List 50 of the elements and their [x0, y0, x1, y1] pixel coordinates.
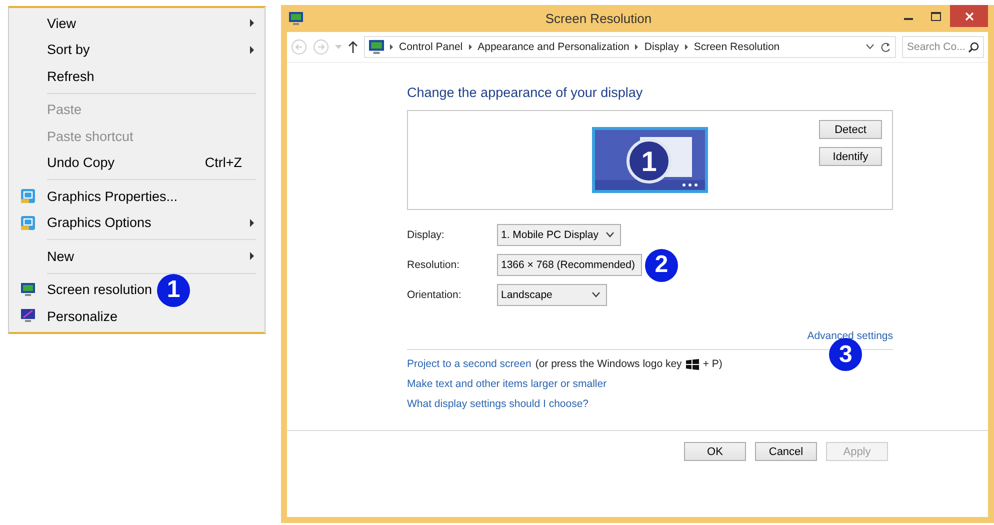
- breadcrumb[interactable]: Control Panel: [399, 41, 463, 53]
- address-bar[interactable]: Control Panel Appearance and Personalization Display Screen Resolution: [364, 36, 896, 58]
- section-heading: Change the appearance of your display: [407, 85, 644, 100]
- field-label: Orientation:: [407, 289, 462, 301]
- refresh-icon[interactable]: [880, 42, 891, 52]
- dialog-button[interactable]: Cancel: [755, 442, 817, 461]
- field-label: Display:: [407, 229, 446, 241]
- close-icon[interactable]: [950, 5, 988, 27]
- chevron-icon: [606, 232, 614, 238]
- callout-badge: 2: [644, 248, 678, 282]
- breadcrumb[interactable]: Display: [644, 41, 679, 53]
- monitor-icon: [289, 12, 303, 25]
- preview-button[interactable]: Identify: [819, 147, 882, 166]
- monitor-drawing[interactable]: 1: [592, 127, 708, 193]
- note-text: + P): [702, 358, 722, 370]
- dropdown-field[interactable]: 1366 × 768 (Recommended): [497, 254, 642, 276]
- dialog-button[interactable]: OK: [684, 442, 746, 461]
- menu-item[interactable]: Undo Copy Ctrl+Z: [9, 150, 264, 176]
- personalize-icon: [20, 308, 36, 324]
- monitor-icon: [20, 282, 36, 298]
- graphics-icon: [20, 188, 36, 204]
- monitor-icon: [369, 40, 384, 54]
- help-link[interactable]: What display settings should I choose?: [407, 398, 589, 410]
- menu-item[interactable]: View: [9, 10, 264, 36]
- monitor-number: 1: [641, 146, 657, 177]
- menu-item[interactable]: Graphics Properties...: [9, 183, 264, 210]
- help-link[interactable]: Make text and other items larger or smaller: [407, 378, 607, 390]
- dropdown-field[interactable]: Landscape: [497, 284, 607, 306]
- dropdown-icon[interactable]: [866, 44, 874, 50]
- shortcut-text: Ctrl+Z: [204, 155, 242, 170]
- field-label: Resolution:: [407, 259, 461, 271]
- callout-badge: 1: [157, 274, 190, 306]
- preview-button[interactable]: Detect: [819, 120, 882, 139]
- dropdown-field[interactable]: 1. Mobile PC Display: [497, 224, 622, 246]
- menu-item[interactable]: Graphics Options: [9, 210, 264, 236]
- breadcrumb[interactable]: Screen Resolution: [694, 41, 780, 53]
- up-arrow-icon[interactable]: [348, 41, 358, 53]
- window-title: Screen Resolution: [544, 11, 653, 26]
- search-icon: [968, 42, 979, 53]
- breadcrumb[interactable]: Appearance and Personalization: [478, 41, 630, 53]
- menu-item[interactable]: New: [9, 243, 264, 270]
- menu-item[interactable]: Sort by: [9, 36, 264, 63]
- chevron-icon: [592, 292, 600, 298]
- help-link[interactable]: Project to a second screen: [407, 358, 532, 370]
- search-field[interactable]: Search Co...: [902, 36, 984, 58]
- note-text: (or press the Windows logo key: [535, 358, 682, 370]
- graphics-icon: [20, 214, 36, 231]
- menu-item[interactable]: Refresh: [9, 63, 264, 90]
- windows-logo-icon: [686, 358, 699, 370]
- callout-badge: 3: [829, 338, 862, 371]
